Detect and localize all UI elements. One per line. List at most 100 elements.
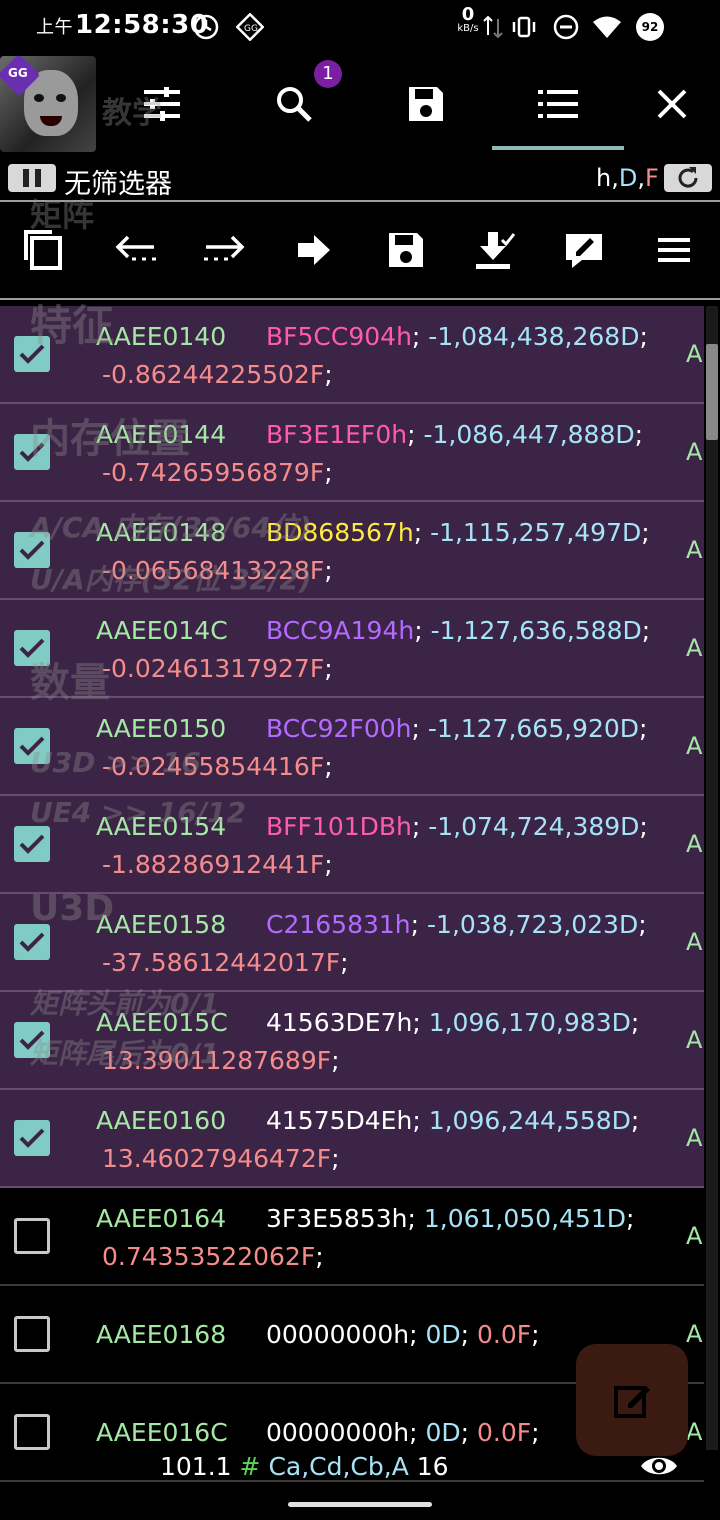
save-icon[interactable] xyxy=(396,74,456,134)
row-region: A xyxy=(686,1418,703,1446)
gesture-nav-bar[interactable] xyxy=(288,1502,432,1507)
refresh-button[interactable] xyxy=(664,164,712,192)
row-float-value: 13.39011287689F xyxy=(102,1046,332,1075)
row-float-value: -1.88286912441F xyxy=(102,850,325,879)
row-float-value: 0.74353522062F xyxy=(102,1242,316,1271)
row-dword-value: -1,074,724,389D xyxy=(428,812,640,841)
row-checkbox[interactable] xyxy=(14,1120,50,1156)
row-address: AAEE0148 xyxy=(96,518,227,547)
row-checkbox[interactable] xyxy=(14,336,50,372)
row-hex-value: BFF101DBh xyxy=(266,812,412,841)
search-results-badge: 1 xyxy=(314,60,342,88)
row-region: A xyxy=(686,928,703,956)
scrollbar-track[interactable] xyxy=(706,306,718,1450)
row-dword-value: -1,038,723,023D xyxy=(427,910,639,939)
pause-button[interactable] xyxy=(8,164,56,192)
table-row[interactable]: AAEE0150 BCC92F00h; -1,127,665,920D; -0.02… xyxy=(0,698,704,796)
row-region: A xyxy=(686,1026,703,1054)
svg-text:GG: GG xyxy=(244,24,258,34)
wifi-icon xyxy=(592,13,621,41)
row-region: A xyxy=(686,634,703,662)
row-float-value: -37.58612442017F xyxy=(102,948,341,977)
results-list: AAEE0140 BF5CC904h; -1,084,438,268D; -0.86… xyxy=(0,306,704,1488)
step-back-icon[interactable] xyxy=(112,226,160,274)
table-row[interactable]: AAEE0160 41575D4Eh; 1,096,244,558D; 13.460… xyxy=(0,1090,704,1188)
row-checkbox[interactable] xyxy=(14,532,50,568)
row-checkbox[interactable] xyxy=(14,630,50,666)
row-hex-value: BF3E1EF0h xyxy=(266,420,408,449)
row-address: AAEE0164 xyxy=(96,1204,227,1233)
table-row[interactable]: AAEE015C 41563DE7h; 1,096,170,983D; 13.390… xyxy=(0,992,704,1090)
row-float-value: -0.06568413228F xyxy=(102,556,325,585)
row-hex-value: BF5CC904h xyxy=(266,322,412,351)
net-speed: 0 kB/s xyxy=(457,4,479,34)
save-list-icon[interactable] xyxy=(382,226,430,274)
row-dword-value: 1,096,170,983D xyxy=(428,1008,631,1037)
table-row[interactable]: AAEE0154 BFF101DBh; -1,074,724,389D; -1.88… xyxy=(0,796,704,894)
row-checkbox[interactable] xyxy=(14,826,50,862)
edit-fab[interactable] xyxy=(576,1344,688,1456)
row-address: AAEE016C xyxy=(96,1418,228,1447)
dnd-icon xyxy=(552,13,580,41)
filter-label[interactable]: 无筛选器 xyxy=(64,162,172,201)
row-dword-value: -1,127,665,920D xyxy=(427,714,640,743)
filter-bar: 无筛选器 h,D,F xyxy=(0,160,720,202)
edit-selected-icon[interactable] xyxy=(560,226,608,274)
row-address: AAEE0158 xyxy=(96,910,227,939)
row-checkbox[interactable] xyxy=(14,1022,50,1058)
row-address: AAEE0140 xyxy=(96,322,227,351)
row-address: AAEE0154 xyxy=(96,812,227,841)
eye-icon[interactable] xyxy=(640,1452,678,1484)
go-arrow-icon[interactable] xyxy=(290,226,338,274)
search-icon[interactable] xyxy=(264,74,324,134)
row-checkbox[interactable] xyxy=(14,728,50,764)
copy-icon[interactable] xyxy=(20,226,68,274)
row-hex-value: 41563DE7h xyxy=(266,1008,413,1037)
clock-period: 上午 xyxy=(36,17,73,38)
row-dword-value: 1,096,244,558D xyxy=(428,1106,631,1135)
row-region: A xyxy=(686,830,703,858)
row-hex-value: 3F3E5853h xyxy=(266,1204,408,1233)
row-checkbox[interactable] xyxy=(14,1218,50,1254)
row-hex-value: 41575D4Eh xyxy=(266,1106,413,1135)
table-row[interactable]: AAEE0140 BF5CC904h; -1,084,438,268D; -0.86… xyxy=(0,306,704,404)
row-dword-value: 0D xyxy=(425,1418,461,1447)
table-row[interactable]: AAEE014C BCC9A194h; -1,127,636,588D; -0.02… xyxy=(0,600,704,698)
value-types[interactable]: h,D,F xyxy=(596,164,659,192)
row-region: A xyxy=(686,1320,703,1348)
menu-icon[interactable] xyxy=(650,226,698,274)
row-float-value: -0.86244225502F xyxy=(102,360,325,389)
row-float-value: 0.0F xyxy=(477,1320,532,1349)
row-hex-value: BCC92F00h xyxy=(266,714,412,743)
row-region: A xyxy=(686,1222,703,1250)
load-icon[interactable] xyxy=(470,226,518,274)
row-dword-value: -1,086,447,888D xyxy=(423,420,635,449)
step-forward-icon[interactable] xyxy=(200,226,248,274)
table-row[interactable]: AAEE0158 C2165831h; -1,038,723,023D; -37.5… xyxy=(0,894,704,992)
row-hex-value: 00000000h xyxy=(266,1418,410,1447)
list-icon[interactable] xyxy=(528,74,588,134)
table-row[interactable]: AAEE0144 BF3E1EF0h; -1,086,447,888D; -0.74… xyxy=(0,404,704,502)
row-float-value: -0.02461317927F xyxy=(102,654,325,683)
row-checkbox[interactable] xyxy=(14,924,50,960)
table-row[interactable]: AAEE0164 3F3E5853h; 1,061,050,451D; 0.7435… xyxy=(0,1188,704,1286)
main-toolbar: GG 1 xyxy=(0,54,720,160)
row-checkbox[interactable] xyxy=(14,434,50,470)
app-icon[interactable]: GG xyxy=(0,56,96,152)
row-address: AAEE0150 xyxy=(96,714,227,743)
clock-time: 12:58:30 xyxy=(75,10,209,40)
scrollbar-thumb[interactable] xyxy=(706,344,718,440)
gg-notification-icon: GG xyxy=(235,12,265,42)
row-checkbox[interactable] xyxy=(14,1316,50,1352)
active-tab-indicator xyxy=(492,146,624,150)
row-checkbox[interactable] xyxy=(14,1414,50,1450)
close-icon[interactable] xyxy=(642,74,702,134)
memory-regions: Ca,Cd,Cb,A xyxy=(268,1452,409,1481)
row-region: A xyxy=(686,438,703,466)
table-row[interactable]: AAEE0148 BD868567h; -1,115,257,497D; -0.06… xyxy=(0,502,704,600)
row-region: A xyxy=(686,1124,703,1152)
battery-icon: 92 xyxy=(636,13,664,41)
row-hex-value: C2165831h xyxy=(266,910,411,939)
settings-sliders-icon[interactable] xyxy=(132,74,192,134)
clock: 上午12:58:30 xyxy=(36,10,208,40)
